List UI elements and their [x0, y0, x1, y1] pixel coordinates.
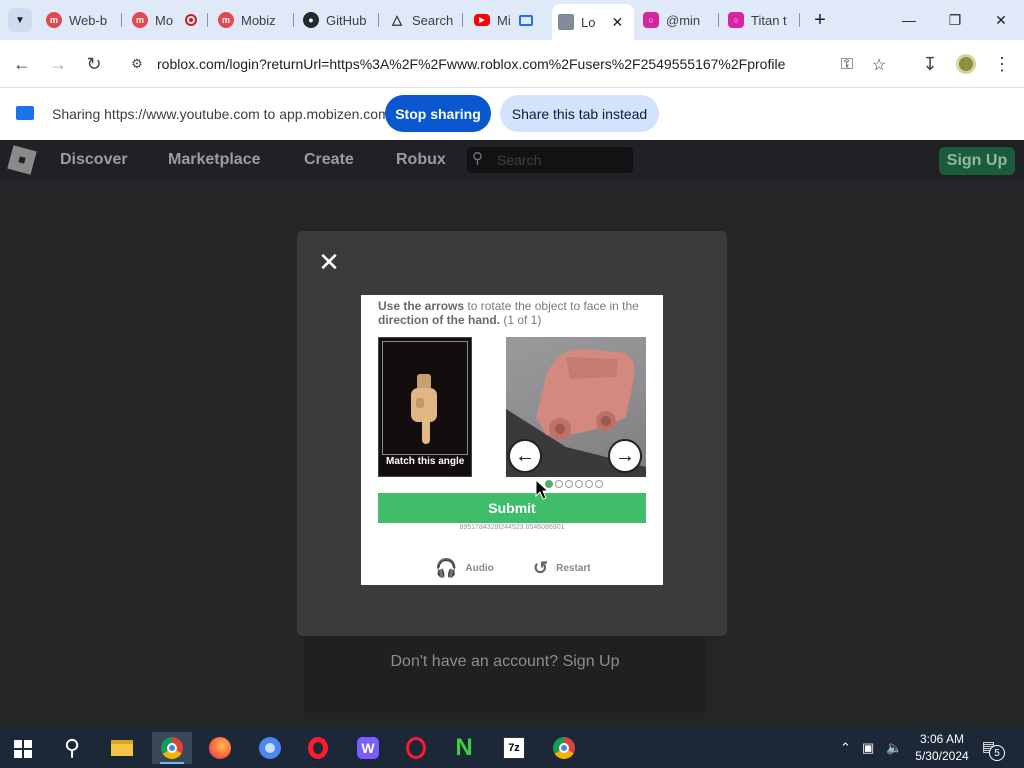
- volume-muted-icon[interactable]: 🔈: [886, 740, 902, 756]
- bookmark-star-icon[interactable]: ☆: [868, 54, 890, 76]
- restart-button[interactable]: ↺ Restart: [533, 558, 591, 579]
- forward-arrow-icon[interactable]: →: [44, 50, 72, 78]
- mobizen-icon: m: [218, 12, 234, 28]
- minimize-icon[interactable]: —: [886, 0, 932, 40]
- chrome-active-icon[interactable]: [152, 732, 192, 764]
- nav-robux[interactable]: Robux: [396, 151, 446, 169]
- network-icon[interactable]: ▣: [862, 740, 874, 756]
- submit-button[interactable]: Submit: [378, 493, 646, 523]
- address-bar[interactable]: ⚙ roblox.com/login?returnUrl=https%3A%2F…: [118, 46, 904, 82]
- rotate-left-arrow-icon[interactable]: ←: [508, 439, 542, 473]
- profile-avatar[interactable]: [952, 50, 980, 78]
- progress-dot: [555, 480, 563, 488]
- tab-github[interactable]: ● GitHub: [303, 6, 379, 34]
- recording-icon: [185, 14, 198, 26]
- progress-dot: [585, 480, 593, 488]
- system-clock[interactable]: 3:06 AM 5/30/2024: [912, 731, 972, 765]
- match-angle-label: Match this angle: [386, 456, 465, 467]
- roblox-navbar: Discover Marketplace Create Robux ⚲ Sear…: [0, 140, 1024, 181]
- opera-gx-icon[interactable]: [396, 732, 436, 764]
- password-key-icon[interactable]: ⚿: [836, 54, 858, 76]
- roblox-logo-icon[interactable]: [7, 145, 37, 175]
- captcha-challenge: Use the arrows to rotate the object to f…: [361, 295, 663, 585]
- tab-login-active[interactable]: Lo ✕: [552, 4, 634, 40]
- nav-marketplace[interactable]: Marketplace: [168, 151, 261, 169]
- progress-dot: [595, 480, 603, 488]
- reference-hand-image: Match this angle: [378, 337, 472, 477]
- github-icon: ●: [303, 12, 319, 28]
- mouse-cursor-icon: [535, 479, 549, 500]
- progress-dot: [565, 480, 573, 488]
- search-icon: ⚲: [472, 150, 483, 167]
- nav-discover[interactable]: Discover: [60, 151, 128, 169]
- sharing-message: Sharing https://www.youtube.com to app.m…: [52, 106, 390, 122]
- windows-start-icon[interactable]: [14, 740, 32, 758]
- firefox-icon[interactable]: [200, 732, 240, 764]
- progress-dot: [575, 480, 583, 488]
- opera-icon[interactable]: [298, 732, 338, 764]
- close-tab-icon[interactable]: ✕: [611, 14, 623, 31]
- tab-mo[interactable]: m Mo: [132, 6, 208, 34]
- roblox-icon: [558, 14, 574, 30]
- roblox-search-input[interactable]: ⚲ Search: [467, 147, 633, 173]
- app-w-icon[interactable]: W: [348, 732, 388, 764]
- file-explorer-icon[interactable]: [102, 732, 142, 764]
- reload-icon[interactable]: ↻: [80, 50, 108, 78]
- instagram-icon: ○: [643, 12, 659, 28]
- tab-web-b[interactable]: m Web-b: [46, 6, 122, 34]
- tab-search[interactable]: △ Search: [389, 6, 463, 34]
- url-text[interactable]: roblox.com/login?returnUrl=https%3A%2F%2…: [157, 56, 785, 72]
- site-settings-icon[interactable]: ⚙: [128, 55, 146, 73]
- window-close-icon[interactable]: ✕: [978, 0, 1024, 40]
- chrome-icon[interactable]: [544, 732, 584, 764]
- mobizen-icon: m: [46, 12, 62, 28]
- rotatable-car-image: ← →: [506, 337, 646, 477]
- search-icon[interactable]: ⚲: [52, 732, 92, 764]
- kebab-menu-icon[interactable]: ⋮: [988, 50, 1016, 78]
- windows-taskbar: ⚲ W N 7z ⌃ ▣ 🔈 3:06 AM 5/30/2024 ▤ 5: [0, 728, 1024, 768]
- share-this-tab-button[interactable]: Share this tab instead: [500, 95, 659, 132]
- headphones-icon: 🎧: [435, 558, 458, 578]
- tab-instagram-min[interactable]: ○ @min: [643, 6, 719, 34]
- screen-sharing-bar: Sharing https://www.youtube.com to app.m…: [0, 87, 1024, 140]
- 7zip-icon[interactable]: 7z: [494, 732, 534, 764]
- tab-search-chevron-icon[interactable]: ▼: [8, 8, 32, 32]
- restart-icon: ↺: [533, 558, 549, 578]
- browser-toolbar: ← → ↻ ⚙ roblox.com/login?returnUrl=https…: [0, 40, 1024, 87]
- cast-icon: [518, 14, 533, 26]
- tray-chevron-up-icon[interactable]: ⌃: [840, 740, 851, 756]
- tab-youtube[interactable]: ▶ Mi: [474, 6, 550, 34]
- mobizen-icon: m: [132, 12, 148, 28]
- pointing-hand-icon: [411, 374, 437, 444]
- tab-instagram-titan[interactable]: ○ Titan t: [728, 6, 800, 34]
- youtube-icon: ▶: [474, 14, 490, 26]
- nav-create[interactable]: Create: [304, 151, 354, 169]
- screen-share-icon: [16, 106, 34, 120]
- no-account-signup-link[interactable]: Don't have an account? Sign Up: [304, 653, 706, 671]
- close-icon[interactable]: ✕: [318, 249, 340, 275]
- progress-dots: [545, 480, 603, 488]
- audio-button[interactable]: 🎧 Audio: [435, 558, 494, 579]
- session-id: 89517d4328f244523.0546086901: [459, 524, 565, 531]
- captcha-instructions: Use the arrows to rotate the object to f…: [378, 299, 639, 327]
- new-tab-plus-icon[interactable]: +: [808, 8, 832, 32]
- notification-count-badge: 5: [989, 745, 1005, 761]
- tab-strip: ▼ m Web-b m Mo m Mobiz ● GitHub △ Search…: [0, 0, 1024, 40]
- search-engine-icon: △: [392, 12, 402, 27]
- stop-sharing-button[interactable]: Stop sharing: [385, 95, 491, 132]
- notepad-plus-icon[interactable]: N: [444, 732, 484, 764]
- chromium-icon[interactable]: [250, 732, 290, 764]
- download-icon[interactable]: ↧: [916, 50, 944, 78]
- tab-mobizen[interactable]: m Mobiz: [218, 6, 294, 34]
- restore-icon[interactable]: ❐: [932, 0, 978, 40]
- instagram-icon: ○: [728, 12, 744, 28]
- signup-button[interactable]: Sign Up: [939, 147, 1015, 175]
- rotate-right-arrow-icon[interactable]: →: [608, 439, 642, 473]
- back-arrow-icon[interactable]: ←: [8, 50, 36, 78]
